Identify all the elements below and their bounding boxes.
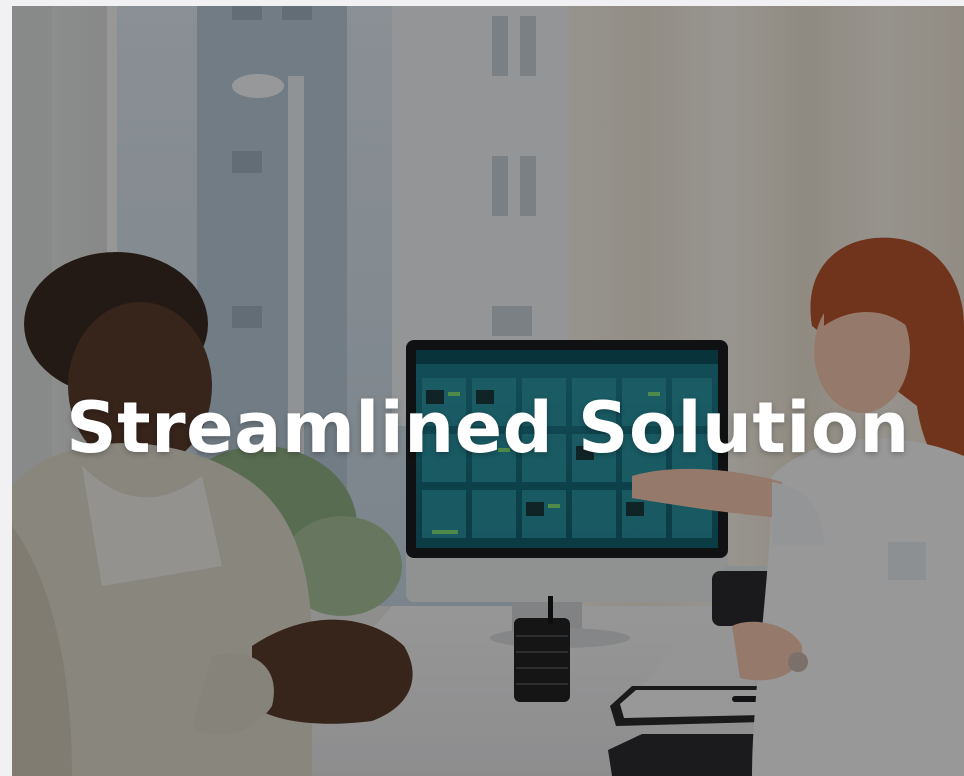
hero-title: Streamlined Solution <box>66 386 910 469</box>
hero-banner: Streamlined Solution <box>12 6 964 776</box>
